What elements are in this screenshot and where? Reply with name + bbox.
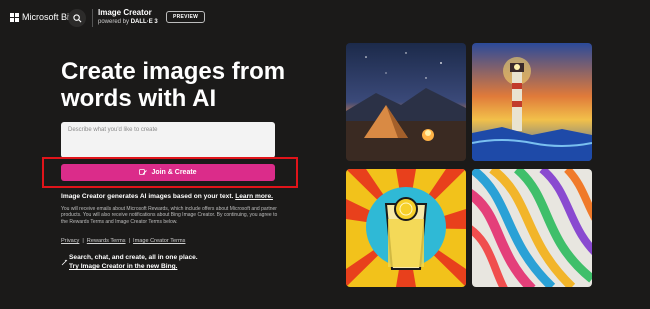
generate-info: Image Creator generates AI images based … xyxy=(61,193,273,200)
image-creator-terms-link[interactable]: Image Creator Terms xyxy=(133,238,185,244)
app-title[interactable]: Image Creator xyxy=(98,8,152,17)
page-title: Create images from words with AI xyxy=(61,58,286,112)
link-separator: | xyxy=(128,238,131,244)
pop-art-lemonade-image[interactable] xyxy=(346,169,466,287)
prompt-input[interactable] xyxy=(61,122,275,158)
sparkle-icon xyxy=(61,253,68,271)
windows-logo-icon[interactable] xyxy=(10,13,19,22)
search-button[interactable] xyxy=(68,9,86,27)
lighthouse-painting-image[interactable] xyxy=(472,43,592,161)
preview-badge: PREVIEW xyxy=(166,11,206,23)
generate-info-text: Image Creator generates AI images based … xyxy=(61,193,234,200)
header-divider xyxy=(92,9,93,27)
learn-more-link[interactable]: Learn more. xyxy=(235,193,273,200)
link-separator: | xyxy=(82,238,84,244)
terms-links: Privacy | Rewards Terms | Image Creator Term… xyxy=(61,238,185,244)
rewards-terms-link[interactable]: Rewards Terms xyxy=(87,238,126,244)
colorful-ribbons-image[interactable] xyxy=(472,169,592,287)
camping-tent-night-image[interactable] xyxy=(346,43,466,161)
rewards-disclaimer: You will receive emails about Microsoft … xyxy=(61,206,278,225)
privacy-link[interactable]: Privacy xyxy=(61,238,79,244)
highlight-box xyxy=(42,157,298,188)
try-new-bing-link[interactable]: Try Image Creator in the new Bing. xyxy=(69,263,177,270)
app-subtitle: powered by DALL·E 3 xyxy=(98,19,158,25)
top-bar: Microsoft Bing Image Creator powered by … xyxy=(0,0,650,34)
search-icon xyxy=(72,13,81,22)
promo-text: Search, chat, and create, all in one pla… xyxy=(69,254,198,261)
powered-by-label: powered by xyxy=(98,19,130,25)
prompt-box xyxy=(61,122,275,158)
model-name: DALL·E 3 xyxy=(130,19,158,25)
